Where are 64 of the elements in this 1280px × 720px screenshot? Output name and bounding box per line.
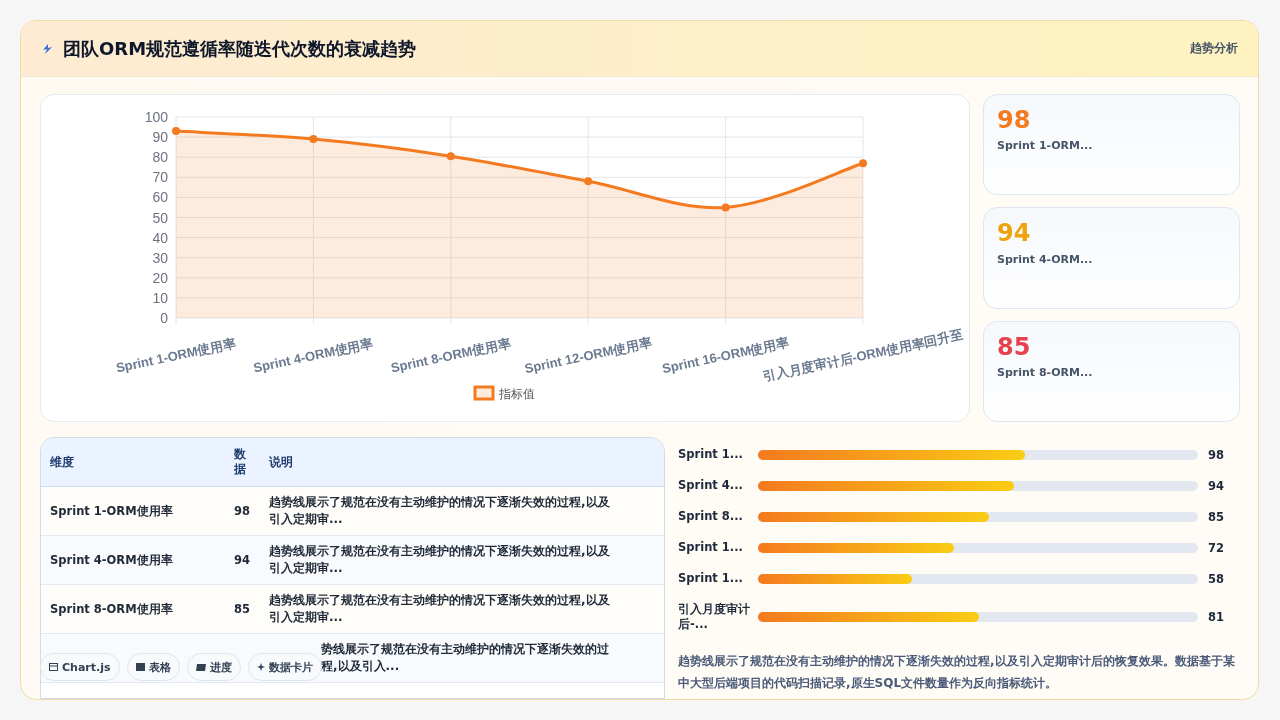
y-tick-label: 40	[152, 229, 168, 246]
stat-value: 98	[997, 107, 1031, 134]
data-point	[309, 135, 318, 144]
y-tick-label: 50	[152, 209, 168, 226]
table-cell-text: 势线展示了规范在没有主动维护的情况下逐渐失效的过程,以及引入...	[321, 640, 610, 675]
progress-label: Sprint 1...	[678, 447, 744, 462]
legend-label: 指标值	[499, 387, 535, 401]
y-tick-label: 10	[152, 289, 168, 306]
data-point	[721, 203, 730, 212]
y-tick-label: 90	[152, 129, 168, 146]
table-cell: 85	[234, 602, 250, 616]
table-cell: 98	[234, 504, 250, 518]
y-tick-label: 20	[152, 269, 168, 286]
y-tick-label: 80	[152, 149, 168, 166]
progress-label: 引入月度审计后-...	[678, 602, 751, 632]
data-point	[859, 159, 867, 168]
view-chip[interactable]: Chart.js	[40, 653, 120, 681]
stat-value: 85	[997, 333, 1031, 361]
table-icon	[135, 663, 145, 671]
legend-swatch-icon	[473, 385, 495, 401]
y-tick-label: 60	[152, 189, 168, 206]
progress-label: Sprint 8...	[678, 509, 744, 524]
x-tick-label: Sprint 12-ORM使用率	[523, 334, 653, 377]
column-header: 说明	[260, 438, 664, 487]
table-cell-text: 趋势线展示了规范在没有主动维护的情况下逐渐失效的过程,以及引入定期审...	[269, 493, 611, 528]
progress-value: 85	[1208, 509, 1224, 524]
y-tick-label: 70	[152, 169, 168, 186]
column-header: 数据	[234, 438, 260, 487]
y-tick-label: 100	[144, 109, 168, 125]
view-chip[interactable]: 数据卡片	[247, 653, 322, 681]
window-icon	[49, 663, 58, 671]
sparkle-icon	[256, 663, 265, 671]
progress-value: 94	[1208, 478, 1224, 493]
data-point	[584, 177, 593, 186]
table-cell: 94	[234, 553, 250, 567]
bar-icon	[195, 663, 206, 671]
table-cell-text: 趋势线展示了规范在没有主动维护的情况下逐渐失效的过程,以及引入定期审...	[269, 542, 611, 577]
table-cell: Sprint 8-ORM使用率	[50, 601, 173, 616]
description-text: 趋势线展示了规范在没有主动维护的情况下逐渐失效的过程,以及引入定期审计后的恢复效果。数据基于某中大型后端项目的代码扫描记录,原生SQL文件数量作为反向指标统计。	[678, 653, 1236, 693]
stat-label: Sprint 1-ORM...	[997, 139, 1093, 153]
progress-label: Sprint 1...	[678, 540, 744, 555]
data-point	[172, 127, 180, 136]
stat-label: Sprint 8-ORM...	[997, 366, 1093, 380]
progress-value: 58	[1208, 571, 1224, 586]
data-point	[446, 152, 455, 161]
x-tick-label: Sprint 8-ORM使用率	[389, 335, 512, 376]
x-tick-label: Sprint 4-ORM使用率	[252, 335, 375, 376]
progress-value: 72	[1208, 540, 1224, 555]
stat-label: Sprint 4-ORM...	[997, 252, 1093, 266]
table-cell: Sprint 4-ORM使用率	[50, 552, 173, 567]
x-tick-label: Sprint 1-ORM使用率	[114, 335, 238, 376]
page-title: 团队ORM规范遵循率随迭代次数的衰减趋势	[63, 36, 417, 61]
column-header: 维度	[41, 438, 234, 487]
progress-value: 81	[1208, 610, 1224, 624]
header-tag: 趋势分析	[1190, 40, 1238, 57]
stat-value: 94	[997, 220, 1031, 247]
table-cell: Sprint 1-ORM使用率	[50, 503, 173, 518]
table-cell-text: 趋势线展示了规范在没有主动维护的情况下逐渐失效的过程,以及引入定期审...	[269, 591, 611, 626]
lightning-icon	[41, 43, 53, 54]
y-tick-label: 0	[160, 310, 168, 326]
progress-value: 98	[1208, 447, 1224, 462]
progress-label: Sprint 1...	[678, 571, 744, 586]
y-tick-label: 30	[152, 249, 168, 266]
progress-label: Sprint 4...	[678, 478, 744, 493]
